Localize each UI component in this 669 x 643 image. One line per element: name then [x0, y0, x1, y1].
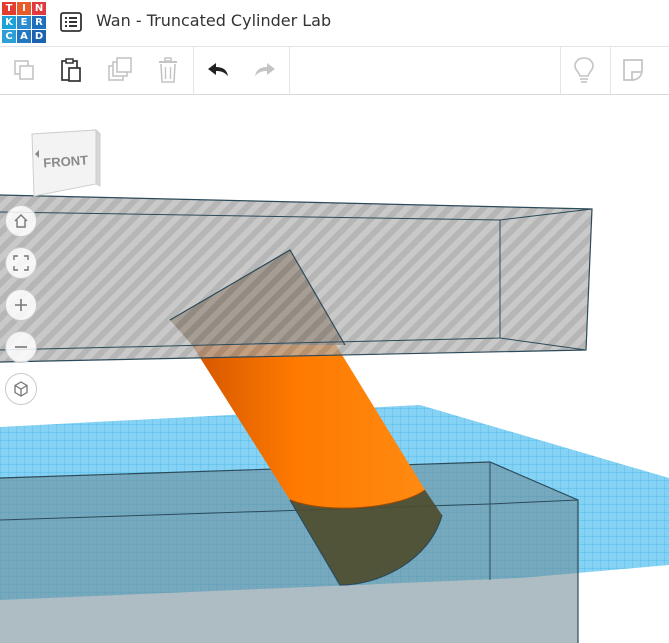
- toolbar-divider: [560, 47, 561, 94]
- view-cube[interactable]: FRONT: [28, 128, 104, 200]
- lightbulb-icon: [574, 57, 594, 83]
- duplicate-icon: [108, 57, 132, 81]
- logo-letter: D: [32, 30, 46, 43]
- fit-view-icon: [13, 255, 29, 271]
- delete-icon: [159, 57, 177, 83]
- undo-icon: [208, 63, 228, 76]
- logo-letter: I: [17, 2, 31, 15]
- toolbar-divider: [289, 47, 290, 94]
- ortho-view-button[interactable]: [5, 373, 37, 405]
- home-icon: [14, 214, 28, 228]
- notes-icon: [623, 59, 643, 81]
- design-title[interactable]: Wan - Truncated Cylinder Lab: [96, 11, 331, 30]
- paste-icon: [61, 58, 81, 82]
- redo-icon: [255, 63, 275, 76]
- zoom-out-button[interactable]: [5, 331, 37, 363]
- logo-letter: N: [32, 2, 46, 15]
- logo-letter: A: [17, 30, 31, 43]
- paste-button[interactable]: [55, 55, 87, 85]
- tinkercad-logo[interactable]: T I N K E R C A D: [2, 2, 46, 43]
- app-header: T I N K E R C A D Wan - Truncated Cylind…: [0, 0, 669, 47]
- duplicate-button[interactable]: [104, 55, 136, 85]
- zoom-out-icon: [15, 346, 27, 348]
- home-view-button[interactable]: [5, 205, 37, 237]
- view-cube-front-label: FRONT: [43, 152, 89, 170]
- logo-letter: E: [17, 16, 31, 29]
- zoom-in-button[interactable]: [5, 289, 37, 321]
- copy-icon: [14, 60, 34, 80]
- toolbar-divider: [193, 47, 194, 94]
- design-list-button[interactable]: [58, 9, 84, 35]
- edit-toolbar: [0, 47, 669, 95]
- logo-letter: K: [2, 16, 16, 29]
- delete-button[interactable]: [152, 55, 184, 85]
- logo-letter: C: [2, 30, 16, 43]
- logo-letter: R: [32, 16, 46, 29]
- redo-button[interactable]: [249, 55, 281, 85]
- zoom-in-icon: [15, 299, 27, 311]
- fit-view-button[interactable]: [5, 247, 37, 279]
- list-icon: [60, 12, 82, 32]
- upper-hole-box[interactable]: [0, 194, 593, 363]
- undo-button[interactable]: [202, 55, 234, 85]
- logo-letter: T: [2, 2, 16, 15]
- notes-button[interactable]: [618, 55, 650, 85]
- toolbar-divider: [610, 47, 611, 94]
- ortho-view-icon: [14, 381, 28, 397]
- copy-button[interactable]: [8, 55, 40, 85]
- lightbulb-button[interactable]: [568, 55, 600, 85]
